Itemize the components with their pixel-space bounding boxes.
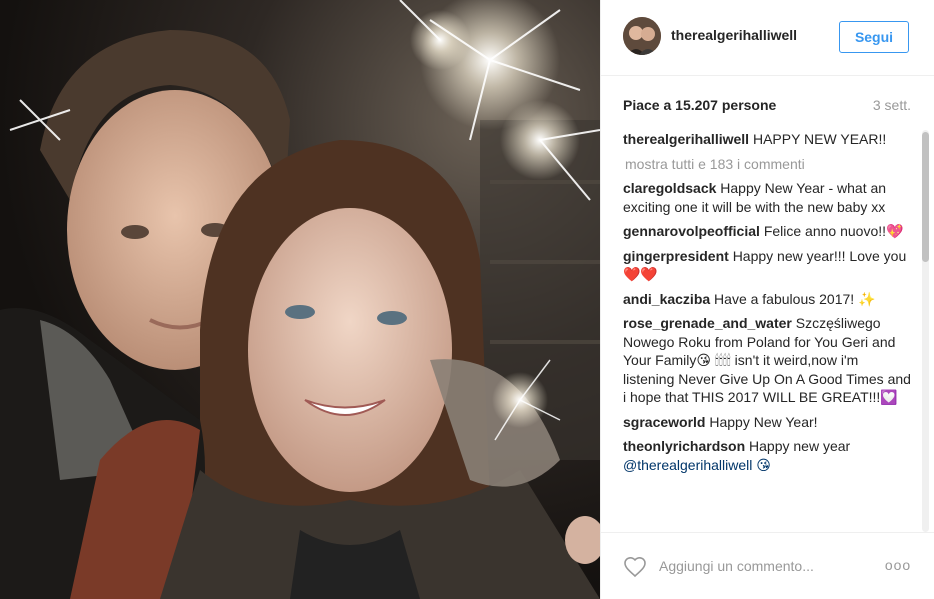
likes-row: Piace a 15.207 persone 3 sett. xyxy=(623,97,911,113)
comment-username[interactable]: sgraceworld xyxy=(623,414,705,430)
likes-count[interactable]: Piace a 15.207 persone xyxy=(623,97,776,113)
comment-username[interactable]: andi_kacziba xyxy=(623,291,710,307)
selfie-image xyxy=(0,0,600,599)
post-details-panel: therealgerihalliwell Segui Piace a 15.20… xyxy=(600,0,934,599)
comment-item: andi_kacziba Have a fabulous 2017! ✨ xyxy=(623,290,913,309)
comments-scrollbar[interactable] xyxy=(922,130,929,532)
username-link[interactable]: therealgerihalliwell xyxy=(671,27,797,43)
comment-username[interactable]: claregoldsack xyxy=(623,180,716,196)
comment-item: theonlyrichardson Happy new year @therea… xyxy=(623,437,913,474)
comments-list[interactable]: therealgerihalliwell HAPPY NEW YEAR!! mo… xyxy=(623,130,913,532)
comment-item: rose_grenade_and_water Szczęśliwego Nowe… xyxy=(623,314,913,407)
post-header: therealgerihalliwell Segui xyxy=(601,0,934,76)
post-footer: ooo xyxy=(601,532,934,599)
avatar[interactable] xyxy=(623,17,661,55)
more-options-icon[interactable]: ooo xyxy=(883,555,913,575)
comment-mention-link[interactable]: @therealgerihalliwell 😘 xyxy=(623,457,771,473)
comment-username[interactable]: gennarovolpeofficial xyxy=(623,223,760,239)
comment-item: gingerpresident Happy new year!!! Love y… xyxy=(623,247,913,284)
avatar-image xyxy=(623,17,661,55)
comment-text: Felice anno nuovo!!💖 xyxy=(763,223,904,239)
comment-username[interactable]: gingerpresident xyxy=(623,248,729,264)
comment-username[interactable]: theonlyrichardson xyxy=(623,438,745,454)
comment-text: Happy New Year! xyxy=(709,413,818,430)
scrollbar-thumb[interactable] xyxy=(922,132,929,262)
post-photo[interactable] xyxy=(0,0,600,599)
follow-button[interactable]: Segui xyxy=(839,21,909,53)
caption: therealgerihalliwell HAPPY NEW YEAR!! xyxy=(623,130,913,149)
comment-text: Happy new year xyxy=(749,438,851,454)
comment-item: claregoldsack Happy New Year - what an e… xyxy=(623,179,913,216)
caption-username[interactable]: therealgerihalliwell xyxy=(623,131,749,147)
comment-item: sgraceworld Happy New Year! xyxy=(623,413,913,432)
caption-text: HAPPY NEW YEAR!! xyxy=(752,131,887,147)
comment-username[interactable]: rose_grenade_and_water xyxy=(623,315,792,331)
heart-icon[interactable] xyxy=(623,555,647,579)
comment-item: gennarovolpeofficial Felice anno nuovo!!… xyxy=(623,222,913,241)
comment-text: Have a fabulous 2017! ✨ xyxy=(714,290,876,307)
post-timestamp[interactable]: 3 sett. xyxy=(873,97,911,113)
add-comment-input[interactable] xyxy=(659,553,859,579)
show-all-comments-link[interactable]: mostra tutti e 183 i commenti xyxy=(625,155,913,174)
